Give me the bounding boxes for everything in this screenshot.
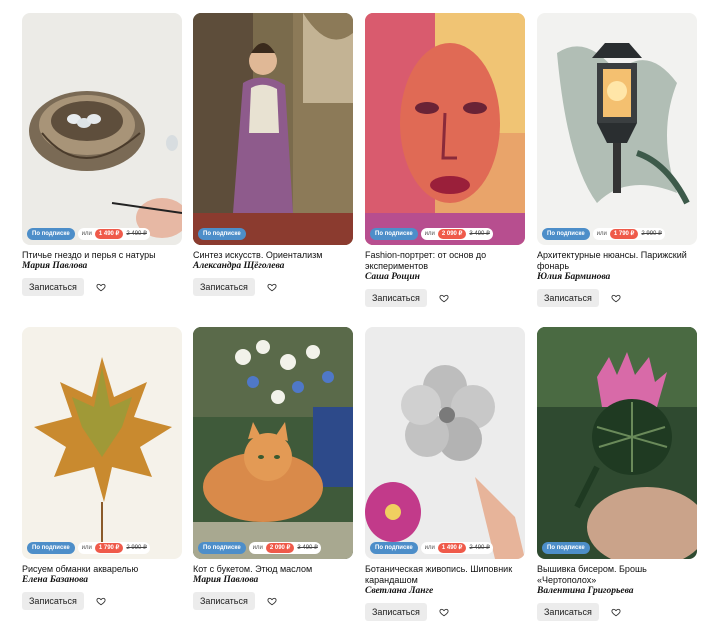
course-card-cat-bouquet[interactable]: По подписке или 2 090 ₽ 3 490 ₽ Кот с бу…: [193, 327, 353, 610]
enroll-button[interactable]: Записаться: [22, 592, 84, 610]
price-or-label: или: [81, 231, 92, 237]
price-badge: 2 090 ₽: [437, 229, 467, 239]
old-price: 2 990 ₽: [126, 545, 147, 551]
bird-nest-image: [22, 13, 182, 245]
enroll-button[interactable]: Записаться: [193, 278, 255, 296]
course-image-fashion-portrait[interactable]: По подписке или 2 090 ₽ 3 490 ₽: [365, 13, 525, 245]
old-price: 2 990 ₽: [641, 231, 662, 237]
subscription-badge: По подписке: [27, 228, 75, 240]
enroll-button[interactable]: Записаться: [537, 603, 599, 621]
rosehip-pencil-image: [365, 327, 525, 559]
course-card-orientalism[interactable]: По подписке Синтез искусств. Ориентализм…: [193, 13, 353, 296]
course-author: Саша Рощин: [365, 272, 420, 282]
course-author: Светлана Ланге: [365, 586, 434, 596]
price-or-label: или: [596, 231, 607, 237]
course-author: Александра Щёголева: [193, 261, 285, 271]
old-price: 2 490 ₽: [126, 231, 147, 237]
course-card-thistle-brooch[interactable]: По подписке Вышивка бисером. Брошь «Черт…: [537, 327, 697, 621]
heart-icon[interactable]: [96, 282, 106, 292]
course-author: Елена Базанова: [22, 575, 89, 585]
enroll-button[interactable]: Записаться: [193, 592, 255, 610]
watercolor-face-image: [365, 13, 525, 245]
orientalist-woman-image: [193, 13, 353, 245]
subscription-badge: По подписке: [542, 228, 590, 240]
course-title[interactable]: Синтез искусств. Ориентализм: [193, 250, 353, 261]
course-author: Мария Павлова: [22, 261, 88, 271]
heart-icon[interactable]: [611, 607, 621, 617]
heart-icon[interactable]: [611, 293, 621, 303]
heart-icon[interactable]: [439, 293, 449, 303]
course-image-rosehip[interactable]: По подписке или 1 490 ₽ 2 490 ₽: [365, 327, 525, 559]
course-title[interactable]: Fashion-портрет: от основ до эксперимент…: [365, 250, 525, 272]
course-title[interactable]: Ботаническая живопись. Шиповник карандаш…: [365, 564, 525, 586]
course-author: Мария Павлова: [193, 575, 259, 585]
enroll-button[interactable]: Записаться: [537, 289, 599, 307]
old-price: 3 490 ₽: [469, 231, 490, 237]
subscription-badge: По подписке: [370, 542, 418, 554]
enroll-button[interactable]: Записаться: [22, 278, 84, 296]
course-image-maple-leaf[interactable]: По подписке или 1 790 ₽ 2 990 ₽: [22, 327, 182, 559]
subscription-badge: По подписке: [198, 542, 246, 554]
cat-with-bouquet-image: [193, 327, 353, 559]
course-image-thistle-brooch[interactable]: По подписке: [537, 327, 697, 559]
course-title[interactable]: Рисуем обманки акварелью: [22, 564, 182, 575]
price-badge: 1 490 ₽: [94, 229, 124, 239]
old-price: 3 490 ₽: [297, 545, 318, 551]
heart-icon[interactable]: [439, 607, 449, 617]
course-title[interactable]: Птичье гнездо и перья с натуры: [22, 250, 182, 261]
price-badge: 1 790 ₽: [609, 229, 639, 239]
course-image-bird-nest[interactable]: По подписке или 1 490 ₽ 2 490 ₽: [22, 13, 182, 245]
heart-icon[interactable]: [96, 596, 106, 606]
old-price: 2 490 ₽: [469, 545, 490, 551]
subscription-badge: По подписке: [370, 228, 418, 240]
enroll-button[interactable]: Записаться: [365, 289, 427, 307]
heart-icon[interactable]: [267, 596, 277, 606]
price-or-label: или: [252, 545, 263, 551]
course-image-paris-lantern[interactable]: По подписке или 1 790 ₽ 2 990 ₽: [537, 13, 697, 245]
course-author: Юлия Барминова: [537, 272, 611, 282]
heart-icon[interactable]: [267, 282, 277, 292]
price-badge: 2 090 ₽: [265, 543, 295, 553]
course-title[interactable]: Кот с букетом. Этюд маслом: [193, 564, 353, 575]
thistle-brooch-image: [537, 327, 697, 559]
course-image-orientalism[interactable]: По подписке: [193, 13, 353, 245]
course-card-bird-nest[interactable]: По подписке или 1 490 ₽ 2 490 ₽ Птичье г…: [22, 13, 182, 296]
course-card-maple-leaf[interactable]: По подписке или 1 790 ₽ 2 990 ₽ Рисуем о…: [22, 327, 182, 610]
course-card-paris-lantern[interactable]: По подписке или 1 790 ₽ 2 990 ₽ Архитект…: [537, 13, 697, 307]
subscription-badge: По подписке: [542, 542, 590, 554]
course-card-rosehip[interactable]: По подписке или 1 490 ₽ 2 490 ₽ Ботаниче…: [365, 327, 525, 621]
price-or-label: или: [81, 545, 92, 551]
street-lantern-image: [537, 13, 697, 245]
course-title[interactable]: Архитектурные нюансы. Парижский фонарь: [537, 250, 697, 272]
course-title[interactable]: Вышивка бисером. Брошь «Чертополох»: [537, 564, 697, 586]
course-image-cat-bouquet[interactable]: По подписке или 2 090 ₽ 3 490 ₽: [193, 327, 353, 559]
price-or-label: или: [424, 231, 435, 237]
maple-leaf-image: [22, 327, 182, 559]
subscription-badge: По подписке: [198, 228, 246, 240]
course-author: Валентина Григорьева: [537, 586, 634, 596]
enroll-button[interactable]: Записаться: [365, 603, 427, 621]
price-or-label: или: [424, 545, 435, 551]
subscription-badge: По подписке: [27, 542, 75, 554]
price-badge: 1 790 ₽: [94, 543, 124, 553]
course-card-fashion-portrait[interactable]: По подписке или 2 090 ₽ 3 490 ₽ Fashion-…: [365, 13, 525, 307]
price-badge: 1 490 ₽: [437, 543, 467, 553]
